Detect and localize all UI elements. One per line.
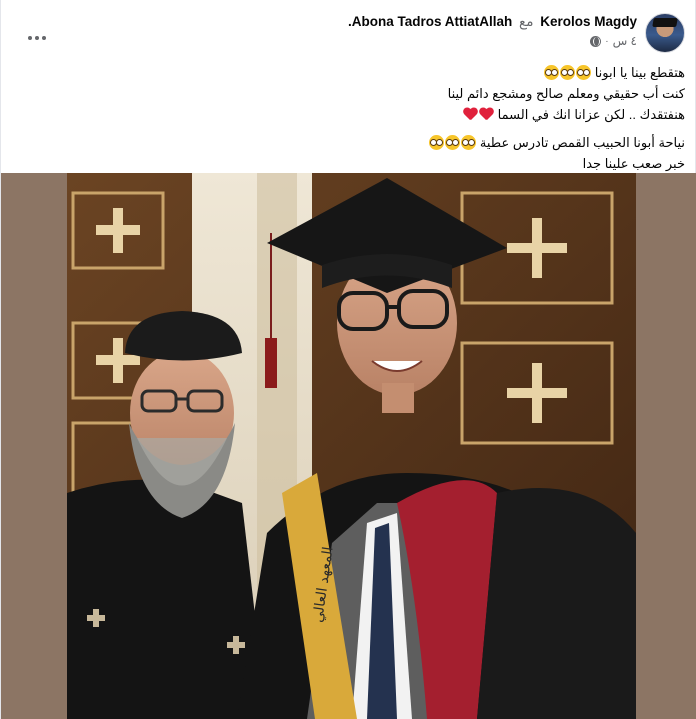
post-header: Kerolos Magdy مع Abona Tadros AttiatAlla… <box>11 10 689 56</box>
facebook-post: Kerolos Magdy مع Abona Tadros AttiatAlla… <box>0 0 696 719</box>
meta-separator: · <box>605 35 609 47</box>
with-word: مع <box>519 14 534 29</box>
selfie-photo-illustration: المعهد العالي <box>67 173 636 719</box>
post-names: Kerolos Magdy مع Abona Tadros AttiatAlla… <box>348 14 637 30</box>
pleading-face-icon <box>560 65 576 80</box>
post-photo-area[interactable]: المعهد العالي <box>1 173 696 719</box>
globe-icon[interactable] <box>590 35 602 47</box>
pleading-face-icon <box>544 65 560 80</box>
more-dot-icon <box>35 36 39 40</box>
post-line-1-text: هتقطع بينا يا ابونا <box>594 65 685 80</box>
post-line-5: خبر صعب علينا جدا <box>25 153 685 174</box>
post-line-3: هنفتقدك .. لكن عزانا انك في السما <box>25 104 685 125</box>
post-line-3-text: هنفتقدك .. لكن عزانا انك في السما <box>497 107 685 122</box>
pleading-face-icon <box>429 135 445 150</box>
tagged-name[interactable]: Abona Tadros AttiatAllah <box>352 14 513 29</box>
post-line-5-text: خبر صعب علينا جدا <box>582 156 685 171</box>
red-heart-icon <box>463 107 478 122</box>
post-line-2-text: كنت أب حقيقي ومعلم صالح ومشجع دائم لينا <box>447 86 685 101</box>
pleading-face-icon <box>576 65 592 80</box>
author-name[interactable]: Kerolos Magdy <box>540 14 637 29</box>
more-dot-icon <box>28 36 32 40</box>
post-line-4: نياحة أبونا الحبيب القمص تادرس عطية <box>25 132 685 153</box>
post-time[interactable]: ٤ س <box>613 34 637 48</box>
author-avatar[interactable] <box>645 13 685 53</box>
pleading-face-icon <box>461 135 477 150</box>
post-text: هتقطع بينا يا ابونا كنت أب حقيقي ومعلم ص… <box>25 62 685 174</box>
post-meta: ٤ س · <box>590 34 637 48</box>
red-heart-icon <box>479 107 494 122</box>
post-line-1: هتقطع بينا يا ابونا <box>25 62 685 83</box>
pleading-face-icon <box>445 135 461 150</box>
more-dot-icon <box>42 36 46 40</box>
post-line-4-text: نياحة أبونا الحبيب القمص تادرس عطية <box>479 135 685 150</box>
graduation-cap-icon <box>652 18 678 27</box>
more-options-button[interactable] <box>23 28 51 48</box>
post-line-2: كنت أب حقيقي ومعلم صالح ومشجع دائم لينا <box>25 83 685 104</box>
post-photo[interactable]: المعهد العالي <box>67 173 636 719</box>
